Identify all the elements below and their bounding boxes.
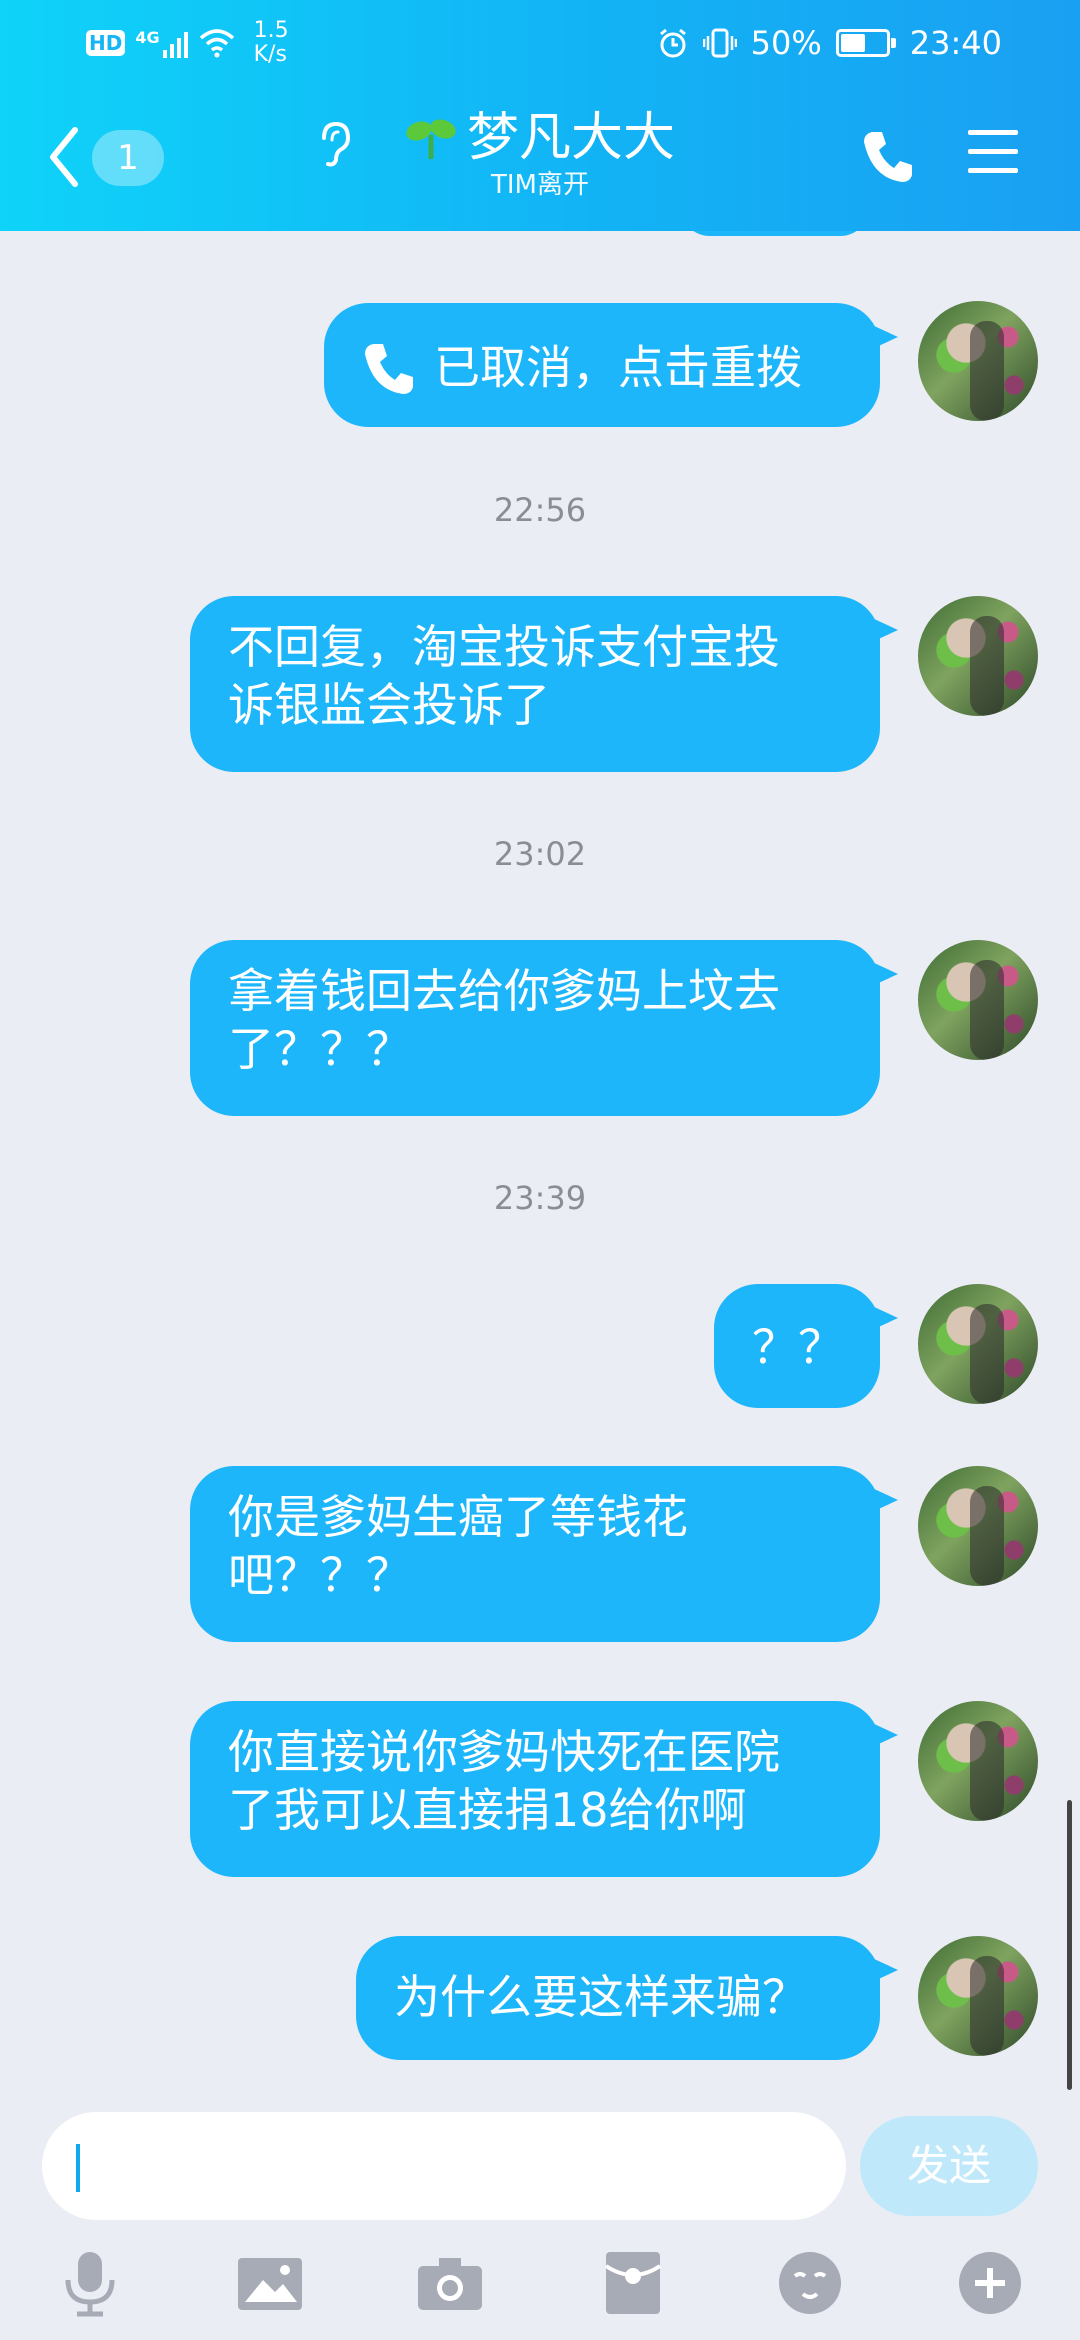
call-record-text: 已取消，点击重拨 — [434, 340, 802, 395]
scrollbar[interactable] — [1067, 1800, 1072, 2090]
timestamp: 23:39 — [493, 1179, 587, 1217]
menu-icon[interactable] — [968, 130, 1018, 187]
message-input[interactable] — [42, 2112, 846, 2220]
network-speed: 1.5 K/s — [253, 18, 289, 67]
wifi-icon — [199, 29, 234, 58]
avatar[interactable] — [918, 940, 1038, 1060]
message-bubble[interactable]: 你是爹妈生癌了等钱花 吧？？？ — [190, 1466, 898, 1642]
message-list[interactable]: 已取消，点击重拨 22:56 不回复，淘宝投诉支付宝投 诉银监会投诉了 23:0… — [0, 231, 1080, 2111]
contact-title[interactable]: 梦凡大大 TIM离开 — [310, 108, 770, 200]
unread-count-badge[interactable]: 1 — [92, 130, 164, 186]
message-bubble[interactable]: ？？ — [714, 1284, 898, 1408]
send-button[interactable]: 发送 — [860, 2116, 1038, 2216]
red-packet-icon[interactable] — [598, 2248, 668, 2318]
contact-name: 梦凡大大 — [466, 108, 675, 168]
timestamp: 22:56 — [493, 491, 587, 529]
message-bubble[interactable]: 拿着钱回去给你爹妈上坟去 了？？？ — [190, 940, 898, 1116]
avatar[interactable] — [918, 1466, 1038, 1586]
vibrate-icon — [702, 28, 737, 58]
network-icon: 4G — [135, 28, 188, 58]
chat-header: HD 4G 1.5 K/s 50% 23:40 1 梦凡大大 TIM离开 — [0, 0, 1080, 231]
text-cursor — [76, 2144, 80, 2192]
previous-message-bubble — [680, 231, 870, 236]
avatar[interactable] — [918, 301, 1038, 421]
image-icon[interactable] — [235, 2248, 305, 2318]
contact-status: TIM离开 — [491, 170, 589, 200]
message-bubble[interactable]: 为什么要这样来骗？ — [356, 1936, 898, 2060]
avatar[interactable] — [918, 1284, 1038, 1404]
sprout-icon — [406, 119, 456, 159]
phone-call-icon[interactable] — [862, 128, 914, 184]
phone-icon — [365, 343, 413, 394]
input-bar: 发送 — [0, 2090, 1080, 2340]
hd-badge: HD — [86, 30, 126, 56]
avatar[interactable] — [918, 1936, 1038, 2056]
status-bar-left: HD 4G 1.5 K/s — [86, 18, 289, 68]
plus-icon[interactable] — [955, 2248, 1025, 2318]
emoji-icon[interactable] — [775, 2248, 845, 2318]
message-bubble[interactable]: 你直接说你爹妈快死在医院 了我可以直接捐18给你啊 — [190, 1701, 898, 1877]
status-bar-right: 50% 23:40 — [657, 18, 1002, 68]
back-arrow-icon[interactable] — [45, 122, 85, 192]
battery-icon — [835, 29, 896, 57]
clock: 23:40 — [909, 24, 1002, 62]
input-toolbar — [0, 2240, 1080, 2330]
call-record-bubble[interactable]: 已取消，点击重拨 — [324, 303, 898, 427]
battery-percent: 50% — [750, 24, 822, 62]
camera-icon[interactable] — [415, 2248, 485, 2318]
mic-icon[interactable] — [55, 2248, 125, 2318]
avatar[interactable] — [918, 596, 1038, 716]
timestamp: 23:02 — [493, 835, 587, 873]
alarm-icon — [659, 28, 686, 58]
message-bubble[interactable]: 不回复，淘宝投诉支付宝投 诉银监会投诉了 — [190, 596, 898, 772]
avatar[interactable] — [918, 1701, 1038, 1821]
